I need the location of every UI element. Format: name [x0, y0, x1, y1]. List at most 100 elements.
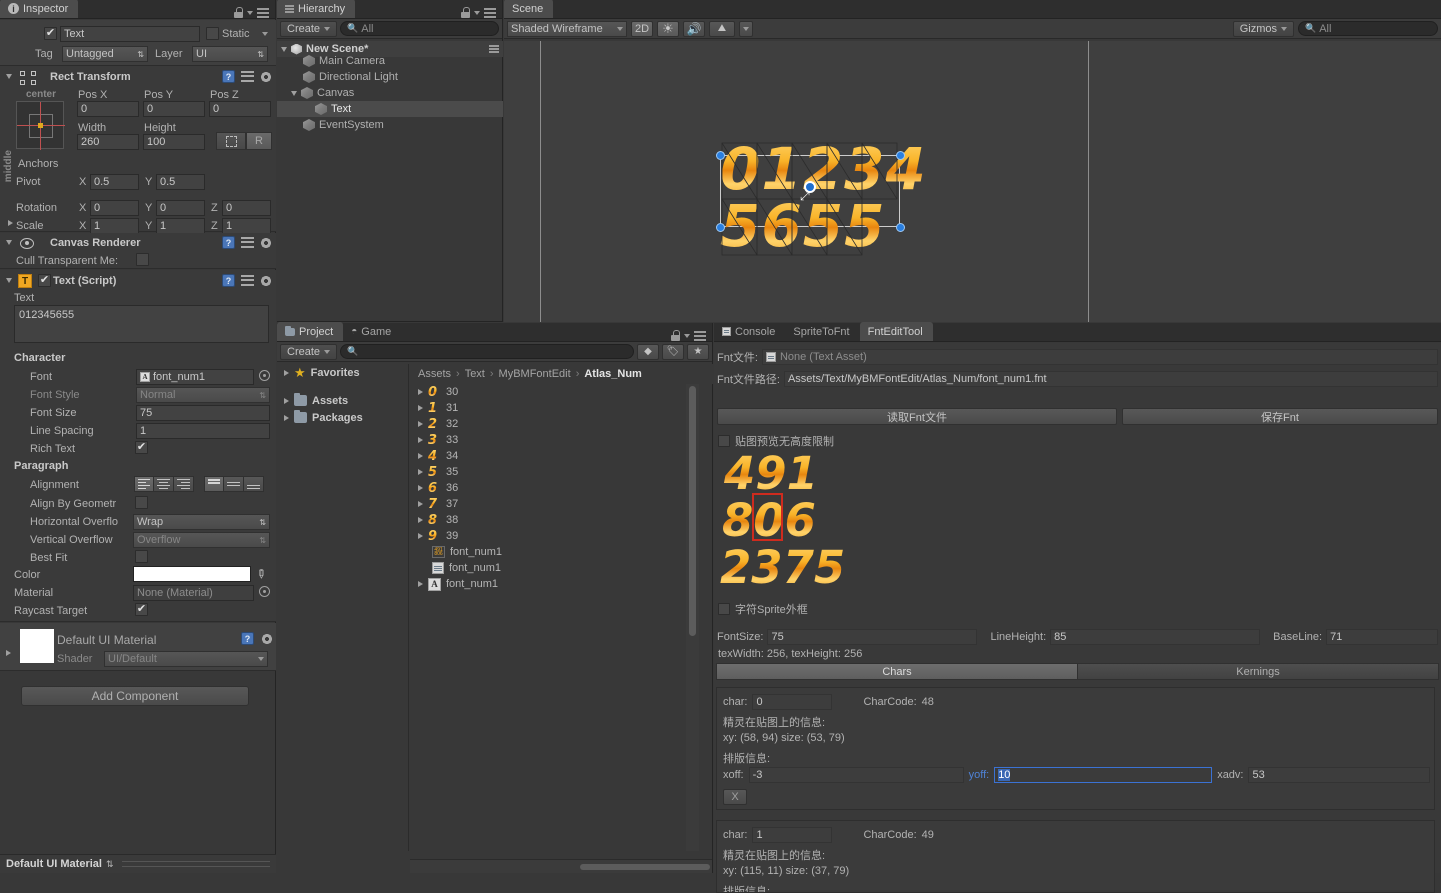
material-foldout[interactable]: [6, 650, 11, 656]
align-bottom-button[interactable]: [244, 476, 264, 492]
lock-icon[interactable]: [461, 7, 470, 18]
align-by-geometry-checkbox[interactable]: [135, 496, 148, 509]
char-value-input[interactable]: 1: [752, 827, 833, 843]
material-object-field[interactable]: None (Material): [133, 585, 254, 601]
chevron-down-icon[interactable]: [247, 10, 253, 15]
scene-fx-dropdown[interactable]: [739, 20, 753, 37]
preview-no-height-limit-checkbox[interactable]: [718, 435, 730, 447]
hierarchy-create-button[interactable]: Create: [280, 20, 338, 37]
scale-x-input[interactable]: 1: [90, 218, 139, 234]
hierarchy-item-eventsystem[interactable]: EventSystem: [277, 117, 503, 133]
fnt-font-size-input[interactable]: 75: [767, 628, 978, 645]
fnt-base-line-input[interactable]: 71: [1326, 628, 1438, 645]
help-icon[interactable]: ?: [222, 274, 235, 287]
project-tree-item-assets[interactable]: Assets: [277, 392, 408, 409]
align-center-button[interactable]: [154, 476, 174, 492]
raycast-target-checkbox[interactable]: ✔: [135, 603, 148, 616]
breadcrumb-assets[interactable]: Assets: [418, 368, 451, 380]
raw-edit-toggle[interactable]: R: [246, 132, 272, 150]
gear-icon[interactable]: [260, 275, 272, 287]
shader-dropdown[interactable]: UI/Default: [104, 651, 268, 667]
filter-by-label-button[interactable]: 🏷: [662, 343, 684, 360]
text-script-foldout[interactable]: [6, 278, 12, 283]
project-horizontal-scrollbar[interactable]: [410, 859, 712, 873]
align-top-button[interactable]: [204, 476, 224, 492]
rect-handle-tl[interactable]: [716, 151, 725, 160]
list-item[interactable]: A font_num1: [410, 576, 700, 592]
project-search-input[interactable]: 🔍: [340, 344, 634, 359]
chevron-right-icon[interactable]: [284, 397, 289, 404]
blueprint-toggle[interactable]: [216, 132, 246, 150]
tab-game[interactable]: ◓ Game: [343, 322, 401, 341]
fnt-path-input[interactable]: Assets/Text/MyBMFontEdit/Atlas_Num/font_…: [783, 371, 1438, 387]
list-item[interactable]: 4 34: [410, 448, 700, 464]
read-fnt-button[interactable]: 读取Fnt文件: [717, 408, 1117, 425]
text-enabled-checkbox[interactable]: ✔: [38, 274, 51, 287]
object-active-checkbox[interactable]: ✔: [44, 27, 57, 40]
list-item[interactable]: 3 33: [410, 432, 700, 448]
tab-hierarchy[interactable]: Hierarchy: [277, 0, 356, 18]
char-value-input[interactable]: 0: [752, 694, 833, 710]
color-swatch[interactable]: [133, 566, 251, 582]
chevron-right-icon[interactable]: [418, 421, 423, 427]
static-dropdown-icon[interactable]: [262, 32, 268, 36]
rot-x-input[interactable]: 0: [90, 200, 139, 216]
draw-mode-dropdown[interactable]: Shaded Wireframe: [507, 20, 627, 37]
hierarchy-item-text[interactable]: Text: [277, 101, 503, 117]
align-middle-button[interactable]: [224, 476, 244, 492]
anchor-preset-widget[interactable]: [16, 101, 65, 150]
font-size-input[interactable]: 75: [136, 405, 270, 421]
static-checkbox[interactable]: [206, 27, 219, 40]
chevron-down-icon[interactable]: [474, 10, 480, 15]
rot-z-input[interactable]: 0: [222, 200, 271, 216]
font-style-dropdown[interactable]: Normal ⇅: [136, 387, 270, 403]
tab-project[interactable]: Project: [277, 322, 344, 341]
gizmos-button[interactable]: Gizmos: [1232, 20, 1294, 37]
toggle-2d-button[interactable]: 2D: [631, 20, 653, 37]
line-spacing-input[interactable]: 1: [136, 423, 270, 439]
rect-handle-bl[interactable]: [716, 223, 725, 232]
list-item[interactable]: 0 30: [410, 384, 700, 400]
tag-dropdown[interactable]: Untagged ⇅: [62, 46, 148, 62]
pos-y-input[interactable]: 0: [143, 101, 205, 117]
scene-search-input[interactable]: 🔍 All: [1298, 21, 1438, 36]
xadv-input[interactable]: 53: [1248, 767, 1430, 783]
breadcrumb-text[interactable]: Text: [465, 368, 485, 380]
chevron-right-icon[interactable]: [418, 581, 423, 587]
breadcrumb-atlas-num[interactable]: Atlas_Num: [584, 368, 641, 380]
font-object-field[interactable]: A font_num1: [136, 369, 254, 385]
pos-z-input[interactable]: 0: [209, 101, 271, 117]
scene-fx-button[interactable]: ⛰: [709, 20, 735, 37]
gear-icon[interactable]: [260, 237, 272, 249]
lock-icon[interactable]: [234, 7, 243, 18]
font-object-picker-icon[interactable]: [259, 370, 270, 381]
tab-console[interactable]: Console: [714, 322, 785, 341]
delete-char-button[interactable]: X: [723, 789, 747, 805]
hierarchy-search-input[interactable]: 🔍 All: [340, 21, 499, 36]
chevron-right-icon[interactable]: [418, 453, 423, 459]
lock-icon[interactable]: [671, 330, 680, 341]
alignment-vertical-group[interactable]: [204, 476, 264, 492]
chevron-right-icon[interactable]: [284, 369, 289, 376]
best-fit-checkbox[interactable]: [135, 550, 148, 563]
gear-icon[interactable]: [260, 71, 272, 83]
list-item[interactable]: 5 35: [410, 464, 700, 480]
scene-audio-toggle[interactable]: 🔊: [683, 20, 705, 37]
alignment-horizontal-group[interactable]: [134, 476, 194, 492]
inspector-status-resizer[interactable]: [121, 861, 270, 867]
rich-text-checkbox[interactable]: ✔: [135, 441, 148, 454]
xoff-input[interactable]: -3: [748, 767, 964, 783]
chevron-right-icon[interactable]: [418, 437, 423, 443]
horizontal-overflow-dropdown[interactable]: Wrap ⇅: [133, 514, 270, 530]
kernings-tab-button[interactable]: Kernings: [1078, 663, 1439, 680]
fnt-file-object-field[interactable]: None (Text Asset): [761, 349, 1438, 365]
yoff-input[interactable]: 10: [994, 767, 1213, 783]
list-item[interactable]: 8 38: [410, 512, 700, 528]
scene-context-menu-icon[interactable]: [489, 45, 499, 53]
gear-icon[interactable]: [261, 633, 273, 645]
rot-y-input[interactable]: 0: [156, 200, 205, 216]
align-left-button[interactable]: [134, 476, 154, 492]
scale-z-input[interactable]: 1: [222, 218, 271, 234]
list-item[interactable]: 2 32: [410, 416, 700, 432]
scale-y-input[interactable]: 1: [156, 218, 205, 234]
